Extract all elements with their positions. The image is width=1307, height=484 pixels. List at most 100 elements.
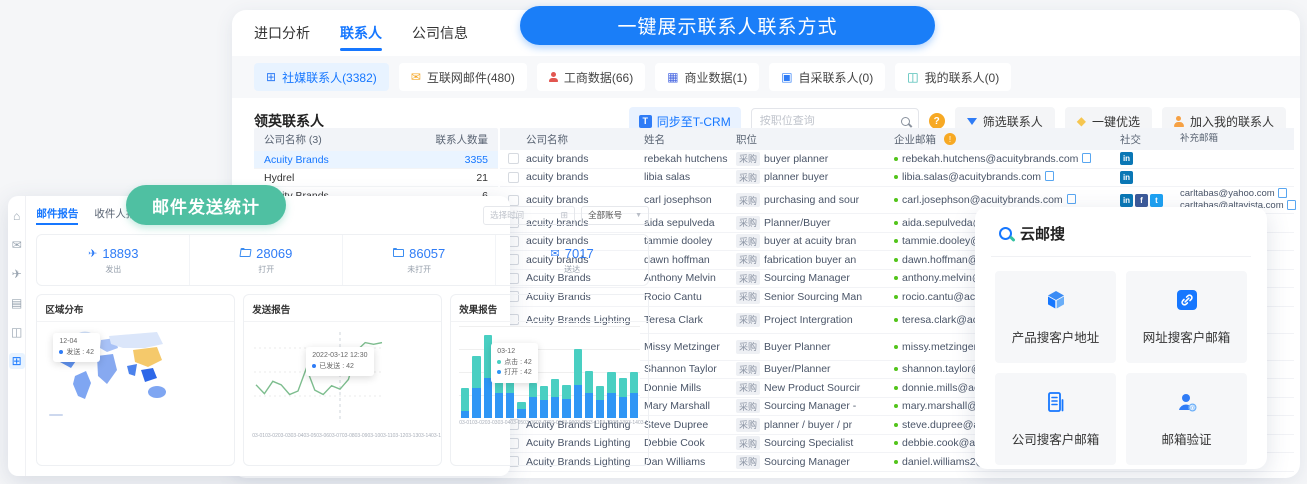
feature-card-邮箱验证[interactable]: @邮箱验证 — [1126, 373, 1247, 465]
account-select-value: 全部账号 — [588, 209, 622, 221]
bar-column[interactable] — [461, 388, 469, 418]
x-tick-label: 03-05 — [510, 420, 523, 426]
home-icon[interactable]: ⌂ — [10, 208, 23, 224]
bar-click-segment — [607, 372, 615, 393]
date-range-picker[interactable]: 选择时间 ⊞ — [483, 206, 575, 225]
bar-column[interactable] — [540, 386, 548, 418]
x-tick-label: 03-06 — [523, 420, 536, 426]
x-tick-label: 03-07 — [329, 433, 342, 439]
tab-mail-report[interactable]: 邮件报告 — [36, 206, 78, 225]
bar-column[interactable] — [562, 385, 570, 418]
checkbox[interactable] — [508, 172, 519, 183]
position-text: Sourcing Manager — [764, 272, 850, 284]
bar-open-segment — [562, 399, 570, 418]
position-text: Buyer Planner — [764, 341, 831, 353]
tab-进口分析[interactable]: 进口分析 — [254, 23, 310, 51]
stat-label: 未打开 — [407, 264, 431, 275]
bar-column[interactable] — [472, 356, 480, 418]
bar-open-segment — [529, 397, 537, 418]
diamond-icon: ◆ — [1077, 115, 1086, 127]
social-contacts-icon: ⊞ — [266, 71, 276, 83]
divider — [244, 321, 441, 322]
send-icon[interactable]: ✈ — [9, 266, 25, 282]
feature-card-label: 公司搜客户邮箱 — [1012, 429, 1100, 448]
subtab-工商数据(66)[interactable]: 工商数据(66) — [537, 63, 645, 91]
verified-dot-icon — [894, 345, 898, 349]
tab-公司信息[interactable]: 公司信息 — [412, 23, 468, 51]
subtab-商业数据(1)[interactable]: ▦商业数据(1) — [655, 63, 759, 91]
contacts-table-header: 公司名称 姓名 职位 企业邮箱 ! 社交 补充邮箱 地区 — [500, 128, 1294, 150]
mail-stats-summary: ✈18893发出28069打开86057未打开✉7017送达 — [36, 234, 649, 286]
verified-dot-icon — [894, 423, 898, 427]
bar-column[interactable] — [551, 379, 559, 418]
linkedin-icon[interactable]: in — [1120, 152, 1133, 165]
bar-column[interactable] — [529, 383, 537, 418]
subtab-自采联系人(0)[interactable]: ▣自采联系人(0) — [769, 63, 885, 91]
gallery-icon[interactable]: ◫ — [8, 324, 25, 340]
facebook-icon[interactable]: f — [1135, 194, 1148, 207]
x-tick-label: 03-02 — [472, 420, 485, 426]
subtab-label: 商业数据(1) — [685, 69, 748, 86]
bar-open-segment — [472, 388, 480, 418]
mail-icon: ✉ — [551, 247, 560, 260]
copy-email-icon[interactable] — [1289, 202, 1296, 210]
copy-email-icon[interactable] — [1047, 173, 1054, 181]
date-placeholder: 选择时间 — [490, 209, 524, 221]
position-text: planner / buyer / pr — [764, 419, 852, 431]
bar-column[interactable] — [585, 371, 593, 419]
feature-card-产品搜客户地址[interactable]: 产品搜客户地址 — [995, 271, 1116, 363]
position-search-input[interactable] — [760, 115, 895, 127]
x-tick-label: 03-06 — [316, 433, 329, 439]
effect-bar-chart[interactable] — [459, 326, 640, 418]
copy-email-icon[interactable] — [1084, 155, 1091, 163]
twitter-icon[interactable]: t — [1150, 194, 1163, 207]
cell-position: 采购Sourcing Manager - — [736, 399, 894, 413]
linkedin-icon[interactable]: in — [1120, 171, 1133, 184]
send-line-chart[interactable] — [252, 326, 386, 426]
verified-dot-icon — [894, 175, 898, 179]
bar-column[interactable] — [619, 378, 627, 418]
account-select[interactable]: 全部账号 ▼ — [581, 206, 649, 225]
region-chart-title: 区域分布 — [45, 302, 226, 316]
bar-column[interactable] — [596, 386, 604, 418]
company-row[interactable]: Hydrel21 — [254, 169, 498, 187]
position-text: Buyer/Planner — [764, 363, 831, 375]
one-click-optimize-label: 一键优选 — [1092, 113, 1140, 130]
checkbox[interactable] — [508, 153, 519, 164]
copy-email-icon[interactable] — [1069, 196, 1076, 204]
procurement-tag: 采购 — [736, 455, 760, 469]
map-region-china[interactable] — [133, 347, 162, 367]
svg-text:@: @ — [1189, 406, 1195, 412]
feature-card-网址搜客户邮箱[interactable]: 网址搜客户邮箱 — [1126, 271, 1247, 363]
position-text: Sourcing Manager - — [764, 400, 856, 412]
bar-column[interactable] — [574, 349, 582, 418]
feature-card-公司搜客户邮箱[interactable]: 公司搜客户邮箱 — [995, 373, 1116, 465]
cell-company: acuity brands — [526, 171, 644, 183]
company-row[interactable]: Acuity Brands3355 — [254, 151, 498, 169]
calendar-icon[interactable]: ⊞ — [9, 353, 25, 369]
subtab-我的联系人(0)[interactable]: ◫我的联系人(0) — [895, 63, 1011, 91]
tab-联系人[interactable]: 联系人 — [340, 23, 382, 51]
briefcase-icon[interactable]: ▤ — [8, 295, 25, 311]
position-text: fabrication buyer an — [764, 254, 856, 266]
mail-icon[interactable]: ✉ — [9, 237, 25, 253]
verified-dot-icon — [894, 276, 898, 280]
email-verify-icon: @ — [1175, 390, 1199, 419]
procurement-tag: 采购 — [736, 152, 760, 166]
copy-email-icon[interactable] — [1280, 190, 1287, 198]
bar-column[interactable] — [607, 372, 615, 418]
verified-dot-icon — [894, 367, 898, 371]
procurement-tag: 采购 — [736, 290, 760, 304]
linkedin-icon[interactable]: in — [1120, 194, 1133, 207]
subtab-社媒联系人(3382)[interactable]: ⊞社媒联系人(3382) — [254, 63, 389, 91]
cell-social: inft — [1120, 194, 1180, 207]
bar-column[interactable] — [517, 402, 525, 418]
subtab-互联网邮件(480)[interactable]: ✉互联网邮件(480) — [399, 63, 527, 91]
x-tick-label: 03-10 — [574, 420, 587, 426]
search-icon[interactable] — [901, 117, 910, 126]
send-chart-title: 发送报告 — [252, 302, 433, 316]
help-badge-icon[interactable]: ? — [929, 113, 945, 129]
subtab-label: 自采联系人(0) — [799, 69, 874, 86]
email-info-icon[interactable]: ! — [944, 133, 956, 145]
bar-column[interactable] — [630, 372, 638, 418]
